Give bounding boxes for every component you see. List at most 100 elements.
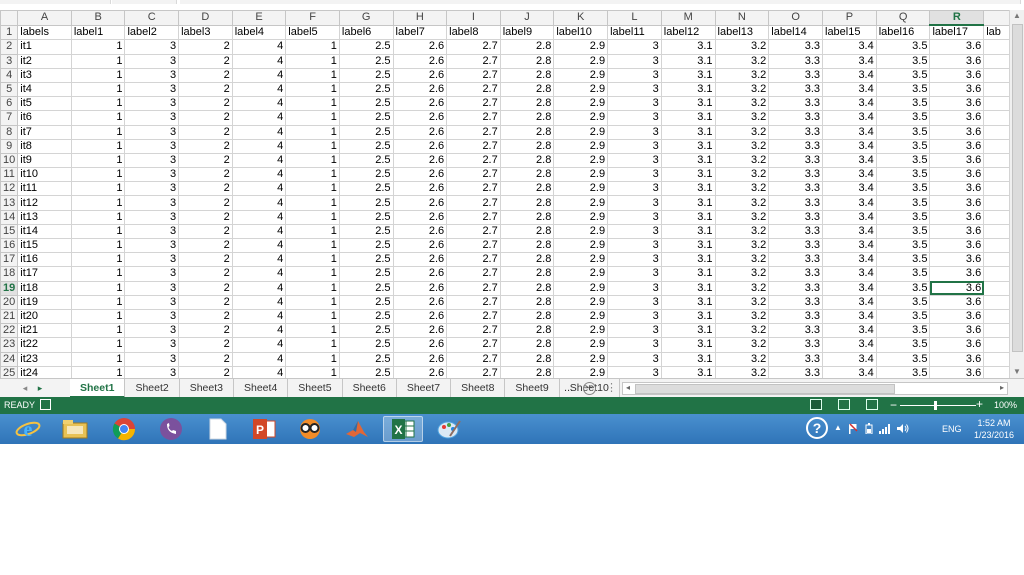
cell[interactable]: 3 (124, 195, 180, 211)
column-header-a[interactable]: A (17, 10, 72, 26)
cell[interactable]: it13 (17, 209, 72, 225)
cell[interactable]: 2.7 (446, 252, 501, 268)
tab-sheet7[interactable]: Sheet7 (397, 379, 452, 397)
vertical-scrollbar[interactable]: ▲ ▼ (1009, 10, 1024, 378)
cell-grid[interactable]: A B C D E F G H I J K L M N O P Q R 1 labels label1 label2 lab… (0, 10, 1024, 378)
cell[interactable]: it10 (17, 167, 72, 183)
tab-sheet8[interactable]: Sheet8 (451, 379, 506, 397)
cell[interactable]: 2.5 (338, 337, 394, 353)
cell[interactable]: 1 (70, 124, 126, 140)
cell[interactable]: 2.8 (499, 152, 555, 169)
matlab-icon[interactable] (337, 416, 377, 442)
help-icon[interactable]: ? (806, 417, 828, 439)
cell[interactable]: it4 (17, 81, 72, 98)
cell[interactable]: 2.7 (446, 365, 501, 378)
cell[interactable]: 3 (607, 294, 662, 310)
cell[interactable]: 3 (124, 351, 180, 367)
cell[interactable]: 2.9 (553, 67, 609, 83)
cell[interactable]: 3.3 (768, 209, 823, 225)
action-center-flag-icon[interactable] (848, 423, 858, 434)
cell[interactable]: it3 (17, 67, 72, 83)
cell[interactable]: 1 (285, 294, 340, 310)
cell[interactable]: 1 (285, 181, 340, 197)
cell[interactable]: 3.6 (929, 138, 985, 154)
cell[interactable]: it17 (17, 266, 72, 282)
cell[interactable]: 3 (607, 167, 662, 183)
cell[interactable]: 3.2 (714, 195, 770, 211)
cell[interactable]: 3.6 (929, 266, 985, 282)
cell[interactable]: 3.2 (714, 308, 770, 325)
cell[interactable]: it7 (17, 124, 72, 140)
cell[interactable]: 2.8 (499, 280, 555, 296)
cell[interactable]: 3.3 (768, 365, 823, 378)
cell[interactable]: it12 (17, 195, 72, 211)
clock[interactable]: 1:52 AM 1/23/2016 (968, 417, 1020, 441)
cell[interactable]: 3.1 (660, 138, 716, 154)
cell[interactable]: 1 (285, 365, 340, 378)
cell[interactable]: 4 (231, 294, 287, 310)
row-header[interactable]: 12 (0, 181, 19, 197)
tab-next-icon[interactable]: ▸ (33, 381, 47, 395)
cell[interactable]: 2.8 (499, 308, 555, 325)
page-layout-view-icon[interactable] (838, 399, 850, 410)
cell[interactable]: 3 (124, 53, 180, 69)
cell[interactable]: 2.9 (553, 53, 609, 69)
row-header[interactable]: 5 (0, 81, 19, 98)
cell[interactable]: 2.9 (553, 337, 609, 353)
powerpoint-icon[interactable]: P (244, 416, 284, 442)
show-hidden-icons-icon[interactable]: ▲ (834, 423, 842, 432)
row-header[interactable]: 21 (0, 308, 19, 325)
cell[interactable]: 3.2 (714, 209, 770, 225)
cell[interactable]: 2.6 (392, 152, 448, 169)
page-break-view-icon[interactable] (866, 399, 878, 410)
cell[interactable]: 3.4 (822, 67, 877, 83)
cell[interactable]: 2.6 (392, 280, 448, 296)
cell[interactable]: 2.7 (446, 223, 501, 240)
cell[interactable]: 1 (70, 67, 126, 83)
cell[interactable]: 2.9 (553, 237, 609, 254)
column-header-j[interactable]: J (499, 10, 555, 26)
cell[interactable]: 3.4 (822, 365, 877, 378)
cell[interactable]: 1 (285, 237, 340, 254)
cell[interactable]: it15 (17, 237, 72, 254)
cell[interactable]: 3.4 (822, 181, 877, 197)
cell[interactable]: 2.8 (499, 209, 555, 225)
cell[interactable]: 1 (285, 110, 340, 126)
cell[interactable]: 3.5 (875, 237, 931, 254)
cell[interactable]: 2.6 (392, 124, 448, 140)
cell[interactable]: 3 (607, 351, 662, 367)
cell[interactable]: 2.8 (499, 294, 555, 310)
cell[interactable]: it24 (17, 365, 72, 378)
cell[interactable]: 3.2 (714, 67, 770, 83)
cell[interactable]: 3.3 (768, 252, 823, 268)
cell[interactable]: 2 (178, 365, 233, 378)
cell[interactable]: 3 (607, 195, 662, 211)
cell[interactable]: 2.5 (338, 81, 394, 98)
cell[interactable]: it9 (17, 152, 72, 169)
cell[interactable]: 2.8 (499, 337, 555, 353)
cell[interactable]: it14 (17, 223, 72, 240)
cell[interactable]: 2 (178, 294, 233, 310)
cell[interactable]: 2.8 (499, 323, 555, 339)
column-header-c[interactable]: C (124, 10, 180, 26)
cell[interactable]: 2.8 (499, 167, 555, 183)
cell[interactable]: 1 (70, 237, 126, 254)
cell[interactable]: 3.1 (660, 81, 716, 98)
cell[interactable]: 3.3 (768, 138, 823, 154)
cell[interactable]: 3 (607, 53, 662, 69)
cell[interactable]: 1 (70, 167, 126, 183)
cell[interactable]: 3.2 (714, 152, 770, 169)
cell[interactable]: 2.8 (499, 351, 555, 367)
cell[interactable]: 4 (231, 337, 287, 353)
cell[interactable]: 2.8 (499, 138, 555, 154)
cell[interactable]: 3.3 (768, 81, 823, 98)
cell[interactable]: 2.7 (446, 81, 501, 98)
cell[interactable]: 2 (178, 167, 233, 183)
cell[interactable]: 4 (231, 138, 287, 154)
cell[interactable]: 3 (124, 167, 180, 183)
cell[interactable]: 2.6 (392, 167, 448, 183)
cell[interactable]: 1 (70, 252, 126, 268)
cell[interactable]: 2.7 (446, 53, 501, 69)
row-header[interactable]: 14 (0, 209, 19, 225)
cell[interactable]: 2.9 (553, 167, 609, 183)
